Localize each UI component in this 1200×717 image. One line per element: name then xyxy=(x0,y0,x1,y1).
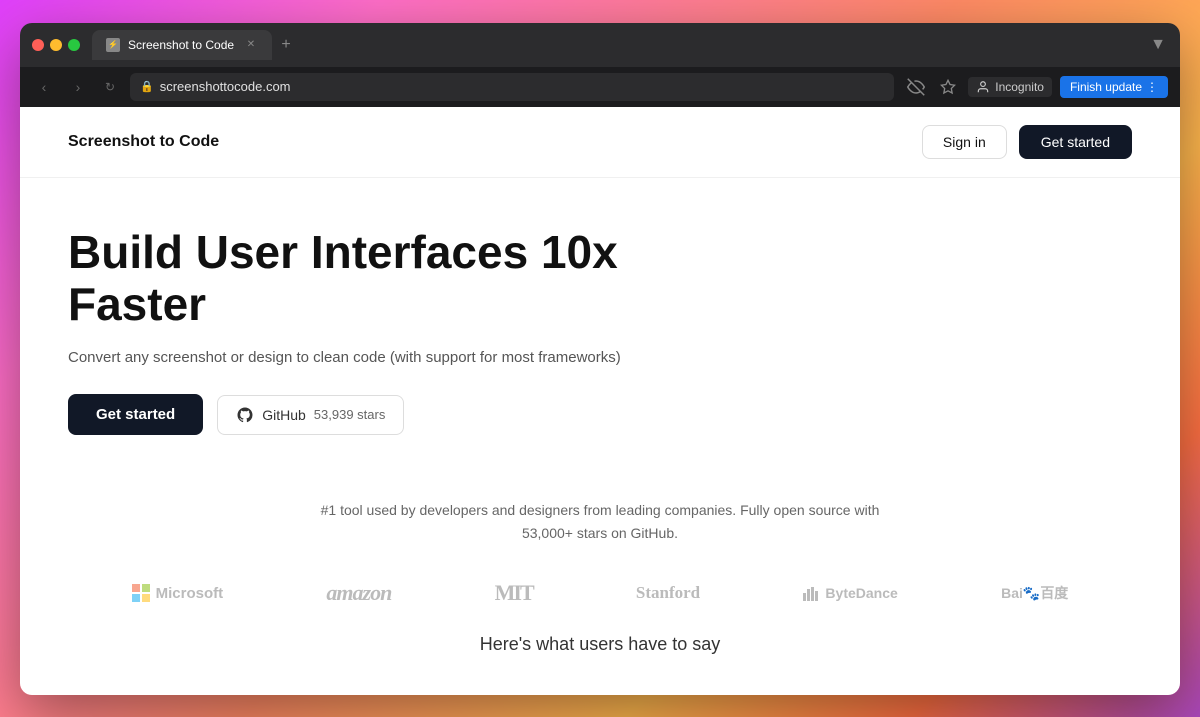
microsoft-grid-icon xyxy=(132,584,150,602)
lock-icon: 🔒 xyxy=(140,80,154,93)
sign-in-button[interactable]: Sign in xyxy=(922,125,1007,159)
microsoft-name: Microsoft xyxy=(156,585,224,602)
hero-subtitle: Convert any screenshot or design to clea… xyxy=(68,349,668,366)
url-text: screenshottocode.com xyxy=(160,79,291,94)
traffic-lights xyxy=(32,39,80,51)
forward-button[interactable]: › xyxy=(66,75,90,99)
github-icon xyxy=(236,406,254,424)
testimonials-header: Here's what users have to say xyxy=(20,614,1180,655)
eye-off-icon[interactable] xyxy=(904,75,928,99)
active-tab[interactable]: ⚡ Screenshot to Code ✕ xyxy=(92,30,272,60)
expand-button[interactable]: ▼ xyxy=(1148,35,1168,55)
refresh-button[interactable]: ↻ xyxy=(100,77,120,97)
nav-actions: Sign in Get started xyxy=(922,125,1132,159)
tab-close-button[interactable]: ✕ xyxy=(244,38,258,52)
stanford-logo: Stanford xyxy=(620,575,716,611)
amazon-name: amazon xyxy=(326,580,391,606)
site-nav: Screenshot to Code Sign in Get started xyxy=(20,107,1180,178)
finish-update-label: Finish update xyxy=(1070,80,1142,94)
tab-bar: ⚡ Screenshot to Code ✕ + xyxy=(92,30,1140,60)
tab-title: Screenshot to Code xyxy=(128,38,234,52)
close-traffic-light[interactable] xyxy=(32,39,44,51)
bytedance-name: ByteDance xyxy=(825,585,897,601)
get-started-nav-button[interactable]: Get started xyxy=(1019,125,1132,159)
minimize-traffic-light[interactable] xyxy=(50,39,62,51)
browser-window: ⚡ Screenshot to Code ✕ + ▼ ‹ › ↻ 🔒 scree… xyxy=(20,23,1180,695)
hero-title: Build User Interfaces 10x Faster xyxy=(68,226,768,332)
back-button[interactable]: ‹ xyxy=(32,75,56,99)
github-button[interactable]: GitHub 53,939 stars xyxy=(217,395,404,435)
mit-logo: MIT xyxy=(479,572,549,614)
address-bar: ‹ › ↻ 🔒 screenshottocode.com xyxy=(20,67,1180,107)
stanford-name: Stanford xyxy=(636,583,700,603)
bookmark-icon[interactable] xyxy=(936,75,960,99)
hero-section: Build User Interfaces 10x Faster Convert… xyxy=(20,178,1180,468)
incognito-badge: Incognito xyxy=(968,77,1052,97)
microsoft-logo: Microsoft xyxy=(116,576,240,610)
page-content: Screenshot to Code Sign in Get started B… xyxy=(20,107,1180,695)
github-stars: 53,939 stars xyxy=(314,407,386,422)
baidu-logo: Bai🐾百度 xyxy=(985,575,1084,611)
hero-actions: Get started GitHub 53,939 stars xyxy=(68,394,1132,435)
url-bar[interactable]: 🔒 screenshottocode.com xyxy=(130,73,894,101)
more-icon: ⋮ xyxy=(1146,80,1158,94)
incognito-label: Incognito xyxy=(995,80,1044,94)
site-logo: Screenshot to Code xyxy=(68,133,219,151)
new-tab-button[interactable]: + xyxy=(272,31,300,59)
browser-actions: Incognito Finish update ⋮ xyxy=(904,75,1168,99)
logos-grid: Microsoft amazon MIT Stanford xyxy=(68,572,1132,614)
mit-name: MIT xyxy=(495,580,533,606)
bytedance-chart-icon xyxy=(803,585,819,601)
baidu-name: Bai🐾百度 xyxy=(1001,583,1068,603)
finish-update-button[interactable]: Finish update ⋮ xyxy=(1060,76,1168,98)
maximize-traffic-light[interactable] xyxy=(68,39,80,51)
social-proof-section: #1 tool used by developers and designers… xyxy=(20,467,1180,614)
social-proof-text: #1 tool used by developers and designers… xyxy=(300,499,900,544)
get-started-hero-button[interactable]: Get started xyxy=(68,394,203,435)
title-bar: ⚡ Screenshot to Code ✕ + ▼ xyxy=(20,23,1180,67)
tab-favicon: ⚡ xyxy=(106,38,120,52)
bytedance-logo: ByteDance xyxy=(787,577,913,609)
amazon-logo: amazon xyxy=(310,572,407,614)
github-label: GitHub xyxy=(262,407,306,423)
testimonials-title: Here's what users have to say xyxy=(68,634,1132,655)
